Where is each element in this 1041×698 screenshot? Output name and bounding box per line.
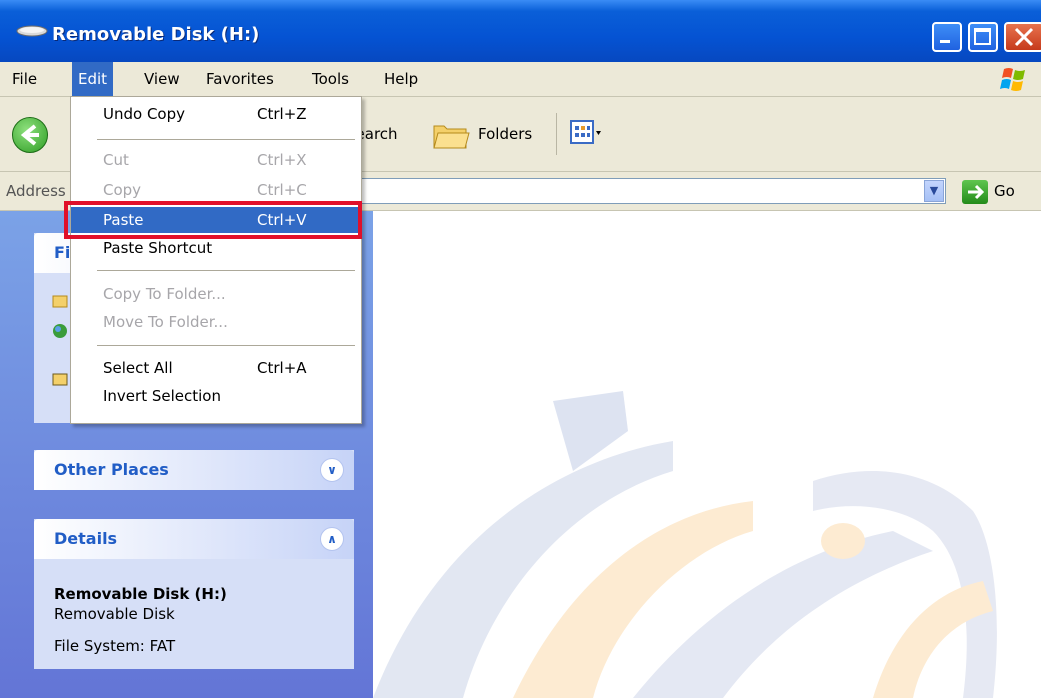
address-dropdown-button[interactable]: ▼ — [924, 180, 944, 202]
minimize-button[interactable] — [932, 22, 962, 52]
close-icon — [1014, 27, 1034, 47]
menu-item-copy[interactable]: Copy Ctrl+C — [71, 177, 359, 203]
details-name: Removable Disk (H:) — [54, 585, 227, 603]
menu-item-copy-to-folder[interactable]: Copy To Folder... — [71, 281, 359, 307]
menu-item-cut[interactable]: Cut Ctrl+X — [71, 147, 359, 173]
maximize-icon — [974, 28, 991, 45]
menu-item-label: Undo Copy — [103, 105, 186, 123]
menu-help[interactable]: Help — [378, 62, 424, 96]
collapse-chevron-icon[interactable]: ∧ — [320, 527, 344, 551]
menu-view[interactable]: View — [138, 62, 186, 96]
menu-item-label: Move To Folder... — [103, 313, 228, 331]
menu-tools[interactable]: Tools — [306, 62, 355, 96]
details-header[interactable]: Details ∧ — [34, 519, 354, 559]
globe-task-icon — [53, 324, 67, 338]
menu-item-undo-copy[interactable]: Undo Copy Ctrl+Z — [71, 101, 359, 127]
menu-item-shortcut: Ctrl+A — [257, 359, 307, 377]
menu-item-shortcut: Ctrl+X — [257, 151, 307, 169]
close-button[interactable] — [1004, 22, 1041, 52]
folders-icon — [433, 125, 470, 149]
menu-edit[interactable]: Edit — [72, 62, 114, 96]
maximize-button[interactable] — [968, 22, 998, 52]
toolbar-separator — [556, 113, 557, 155]
folder-task-icon — [52, 295, 68, 308]
back-button[interactable] — [12, 117, 48, 153]
address-label: Address — [6, 182, 66, 200]
menu-item-label: Select All — [103, 359, 173, 377]
minimize-icon — [940, 40, 950, 43]
back-arrow-icon — [20, 124, 39, 146]
other-places-panel: Other Places ∨ — [34, 450, 354, 490]
windows-logo-icon — [1000, 68, 1025, 91]
views-icon[interactable] — [570, 119, 602, 147]
details-panel: Details ∧ Removable Disk (H:) Removable … — [34, 519, 354, 669]
menu-item-move-to-folder[interactable]: Move To Folder... — [71, 309, 359, 335]
menu-separator — [97, 139, 355, 140]
menu-separator — [97, 270, 355, 271]
other-places-title: Other Places — [54, 460, 169, 479]
menu-favorites[interactable]: Favorites — [200, 62, 280, 96]
details-type: Removable Disk — [54, 605, 175, 623]
menu-item-label: Cut — [103, 151, 129, 169]
menu-item-label: Invert Selection — [103, 387, 221, 405]
watermark-logo — [373, 391, 997, 698]
other-places-header[interactable]: Other Places ∨ — [34, 450, 354, 490]
chevron-down-icon: ▼ — [929, 184, 939, 197]
paste-highlight-box — [64, 201, 362, 239]
go-arrow-icon[interactable] — [962, 180, 988, 204]
share-task-icon — [52, 373, 68, 386]
folders-button[interactable]: Folders — [478, 97, 532, 171]
file-tasks-title: Fi — [54, 243, 71, 262]
go-button[interactable]: Go — [994, 172, 1015, 210]
menu-item-shortcut: Ctrl+C — [257, 181, 307, 199]
window-title: Removable Disk (H:) — [52, 24, 260, 45]
details-title: Details — [54, 529, 118, 548]
menu-file[interactable]: File — [6, 62, 43, 96]
drive-icon — [16, 25, 48, 37]
menu-separator — [97, 345, 355, 346]
details-file-system: File System: FAT — [54, 637, 176, 655]
menu-item-label: Copy To Folder... — [103, 285, 226, 303]
title-bar[interactable]: Removable Disk (H:) — [0, 0, 1041, 62]
edit-menu-dropdown: Undo Copy Ctrl+Z Cut Ctrl+X Copy Ctrl+C … — [70, 96, 362, 424]
menu-item-label: Copy — [103, 181, 142, 199]
menu-item-shortcut: Ctrl+Z — [257, 105, 307, 123]
menu-bar: File Edit View Favorites Tools Help — [0, 62, 1041, 97]
menu-item-invert-selection[interactable]: Invert Selection — [71, 383, 359, 409]
expand-chevron-icon[interactable]: ∨ — [320, 458, 344, 482]
menu-item-select-all[interactable]: Select All Ctrl+A — [71, 355, 359, 381]
